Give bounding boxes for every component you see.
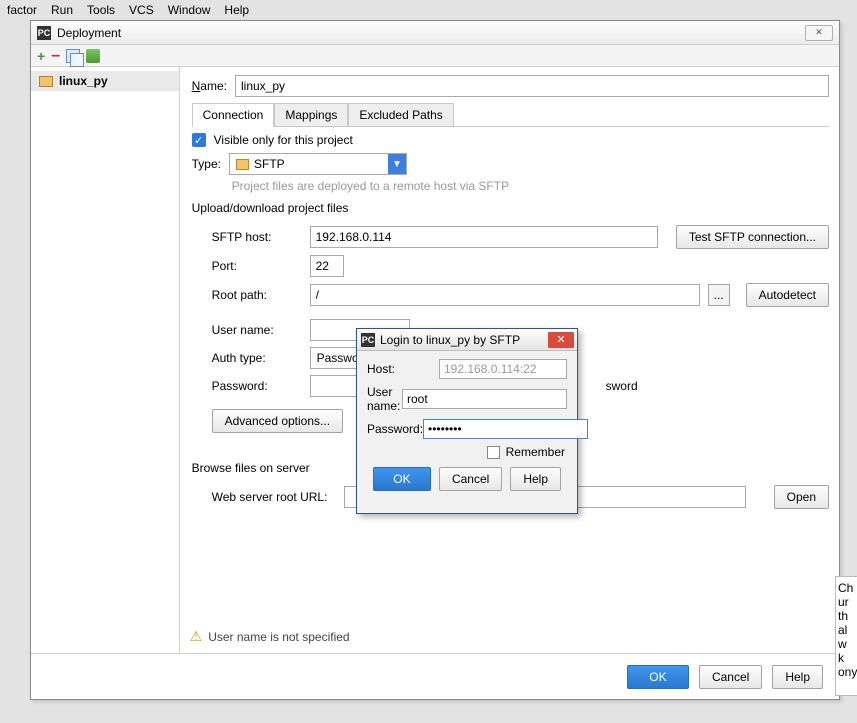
test-connection-button[interactable]: Test SFTP connection... [676, 225, 829, 249]
dialog-title: Deployment [57, 26, 801, 40]
menu-window[interactable]: Window [161, 3, 218, 17]
warning-text: User name is not specified [208, 630, 349, 644]
add-icon[interactable]: + [37, 48, 45, 64]
dialog-titlebar: PC Deployment ✕ [31, 21, 839, 45]
deployment-toolbar: + – [31, 45, 839, 67]
web-url-label: Web server root URL: [212, 490, 336, 504]
remember-label: Remember [506, 445, 565, 459]
login-cancel-button[interactable]: Cancel [439, 467, 502, 491]
user-name-label: User name: [212, 323, 302, 337]
server-list: linux_py [31, 67, 180, 653]
menu-tools[interactable]: Tools [80, 3, 122, 17]
name-label: Name: [192, 79, 227, 93]
advanced-options-button[interactable]: Advanced options... [212, 409, 343, 433]
login-help-button[interactable]: Help [510, 467, 561, 491]
root-path-input[interactable] [310, 284, 700, 306]
chevron-down-icon: ▼ [388, 154, 406, 174]
auth-type-value: Passwo [317, 351, 359, 365]
remember-checkbox[interactable] [487, 446, 500, 459]
port-input[interactable] [310, 255, 344, 277]
ok-button[interactable]: OK [627, 665, 689, 689]
tip-balloon: Ch ur th al w k ony [835, 576, 857, 696]
close-icon[interactable]: ✕ [548, 332, 574, 348]
login-dialog: PC Login to linux_py by SFTP ✕ Host: 192… [356, 328, 578, 514]
menu-run[interactable]: Run [44, 3, 80, 17]
warning-icon: ⚠ [190, 628, 203, 645]
help-button[interactable]: Help [772, 665, 823, 689]
password-label: Password: [212, 379, 302, 393]
server-item-label: linux_py [59, 74, 108, 88]
login-ok-button[interactable]: OK [373, 467, 431, 491]
login-title: Login to linux_py by SFTP [380, 333, 548, 347]
login-titlebar: PC Login to linux_py by SFTP ✕ [357, 329, 577, 351]
save-password-partial: sword [606, 379, 638, 393]
main-menubar[interactable]: factor Run Tools VCS Window Help [0, 0, 857, 20]
login-password-input[interactable] [423, 419, 588, 439]
login-password-label: Password: [367, 422, 423, 436]
browse-button[interactable]: ... [708, 284, 730, 306]
type-dropdown[interactable]: SFTP ▼ [229, 153, 407, 175]
default-icon[interactable] [86, 49, 100, 63]
login-host-input: 192.168.0.114:22 [439, 359, 567, 379]
type-label: Type: [192, 157, 221, 171]
sftp-host-label: SFTP host: [212, 230, 302, 244]
tab-mappings[interactable]: Mappings [274, 103, 348, 126]
port-label: Port: [212, 259, 302, 273]
cancel-button[interactable]: Cancel [699, 665, 762, 689]
server-type-icon [39, 76, 53, 87]
login-host-label: Host: [367, 362, 439, 376]
menu-help[interactable]: Help [217, 3, 256, 17]
sftp-host-input[interactable] [310, 226, 658, 248]
login-user-input[interactable] [402, 389, 567, 409]
type-hint: Project files are deployed to a remote h… [232, 179, 829, 193]
app-icon: PC [37, 26, 51, 40]
menu-vcs[interactable]: VCS [122, 3, 161, 17]
remove-icon[interactable]: – [51, 51, 60, 61]
root-path-label: Root path: [212, 288, 302, 302]
upload-section-header: Upload/download project files [192, 201, 829, 215]
server-item-linux_py[interactable]: linux_py [31, 71, 179, 91]
validation-warning: ⚠ User name is not specified [190, 628, 350, 645]
login-user-label: User name: [367, 385, 402, 413]
autodetect-button[interactable]: Autodetect [746, 283, 829, 307]
tab-excluded-paths[interactable]: Excluded Paths [348, 103, 453, 126]
type-value: SFTP [254, 157, 285, 171]
close-button[interactable]: ✕ [805, 25, 833, 41]
name-input[interactable] [235, 75, 829, 97]
copy-icon[interactable] [66, 49, 80, 63]
visible-only-checkbox[interactable]: ✓ [192, 133, 206, 147]
open-button[interactable]: Open [774, 485, 829, 509]
tab-connection[interactable]: Connection [192, 103, 275, 127]
auth-type-label: Auth type: [212, 351, 302, 365]
app-icon: PC [361, 333, 375, 347]
menu-refactor[interactable]: factor [0, 3, 44, 17]
visible-only-label: Visible only for this project [214, 133, 353, 147]
sftp-icon [236, 159, 249, 170]
dialog-footer: OK Cancel Help [31, 653, 839, 699]
